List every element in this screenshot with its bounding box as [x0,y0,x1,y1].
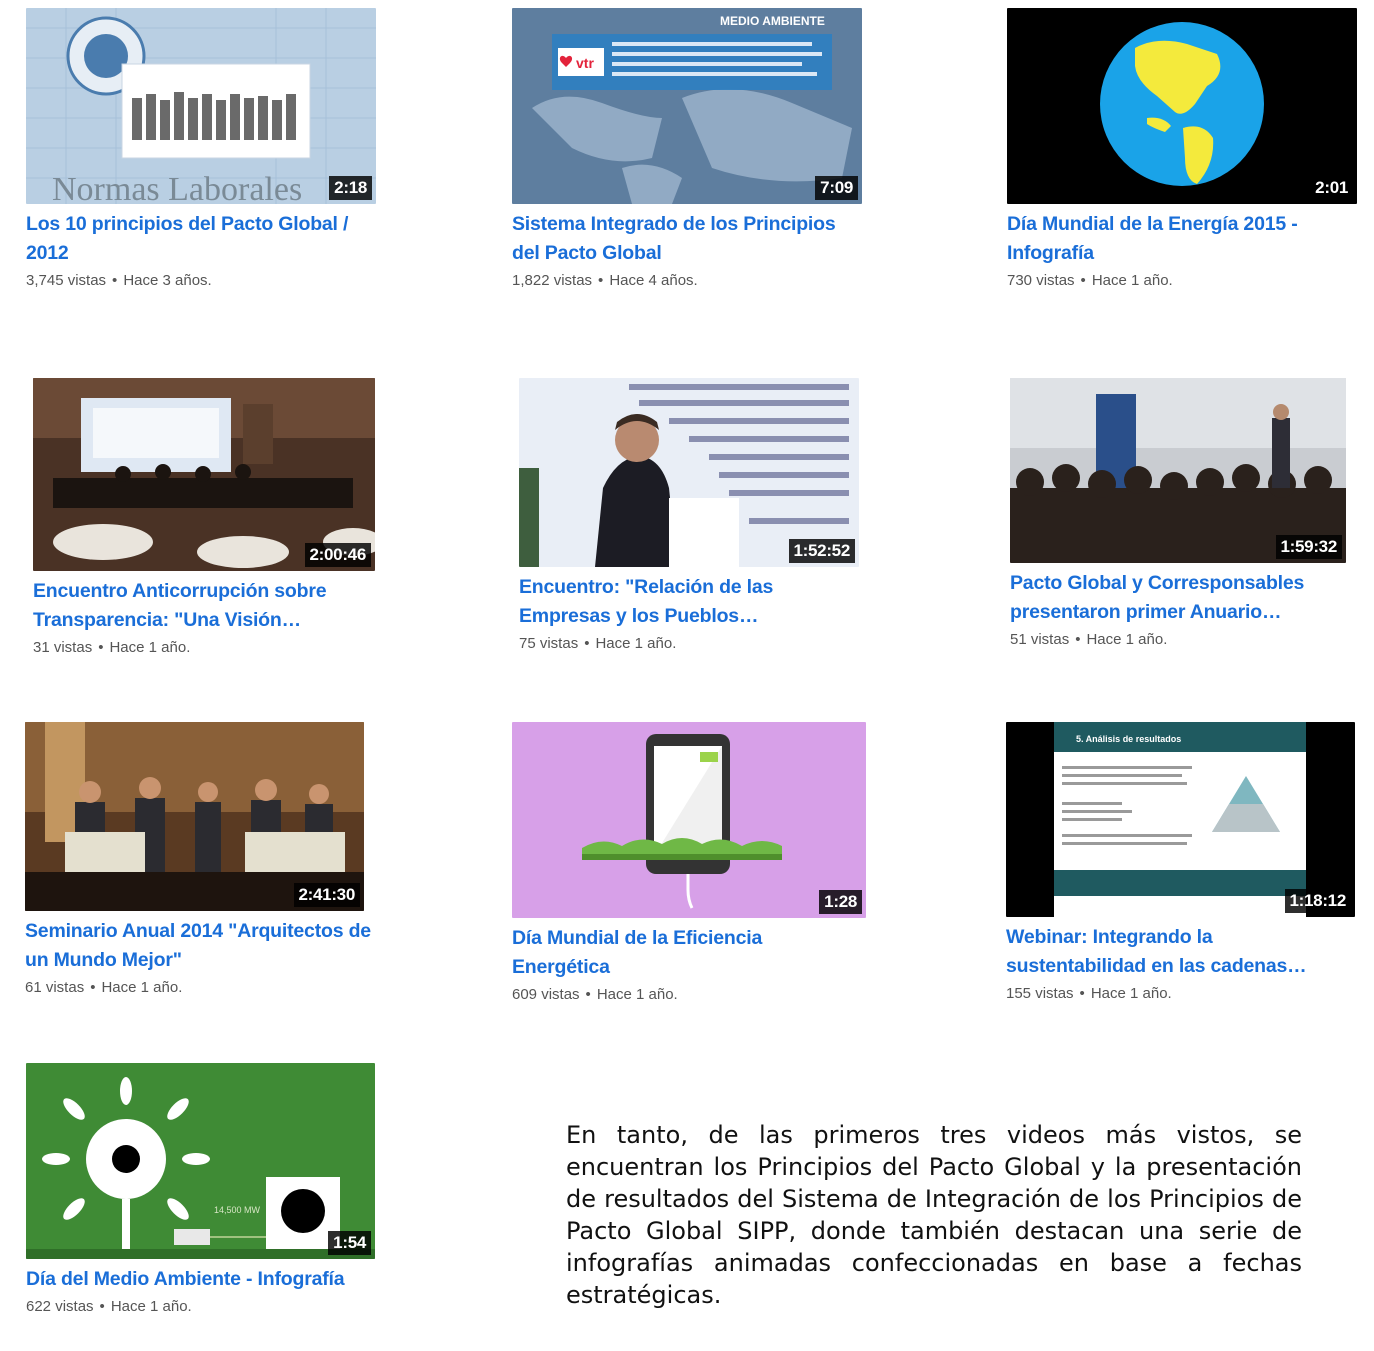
meta-separator: • [1075,631,1081,648]
video-card: 2:41:30 Seminario Anual 2014 "Arquitecto… [25,722,385,998]
meta-separator: • [584,635,590,652]
view-count: 3,745 vistas [26,272,107,289]
view-count: 31 vistas [33,639,93,656]
upload-age: Hace 1 año. [110,1298,192,1315]
duration-badge: 2:18 [329,176,372,200]
upload-age: Hace 1 año. [1091,272,1173,289]
duration-badge: 1:54 [328,1231,371,1255]
body-paragraph: En tanto, de las primeros tres videos má… [566,1121,1302,1309]
video-thumbnail[interactable]: 2:01 [1007,8,1357,204]
video-thumbnail[interactable]: 1:52:52 [519,378,859,567]
video-meta: 622 vistas • Hace 1 año. [26,1297,386,1317]
video-card: 5. Análisis de resultados 1:18:12 Webina… [1006,722,1366,1004]
video-meta: 155 vistas • Hace 1 año. [1006,984,1366,1004]
duration-badge: 1:52:52 [788,539,855,563]
video-meta: 609 vistas • Hace 1 año. [512,985,872,1005]
meta-separator: • [99,1298,105,1315]
duration-badge: 2:00:46 [304,543,371,567]
video-thumbnail[interactable]: 1:59:32 [1010,378,1346,563]
video-title-link[interactable]: Seminario Anual 2014 "Arquitectos de un … [25,917,375,975]
video-meta: 3,745 vistas • Hace 3 años. [26,271,386,291]
video-title-link[interactable]: Encuentro: "Relación de las Empresas y l… [519,573,869,631]
thumbnail-image [512,722,866,918]
video-title-link[interactable]: Día del Medio Ambiente - Infografía [26,1265,376,1294]
duration-badge: 1:59:32 [1275,535,1342,559]
thumbnail-caption: 14,500 MW [214,1205,261,1215]
duration-badge: 1:28 [819,890,862,914]
video-meta: 75 vistas • Hace 1 año. [519,634,879,654]
upload-age: Hace 1 año. [596,986,678,1003]
view-count: 1,822 vistas [512,272,593,289]
duration-badge: 2:41:30 [293,883,360,907]
video-thumbnail[interactable]: vtr MEDIO AMBIENTE 7:09 [512,8,862,204]
video-meta: 51 vistas • Hace 1 año. [1010,630,1370,650]
video-card: 1:52:52 Encuentro: "Relación de las Empr… [519,378,879,654]
video-thumbnail[interactable]: 14,500 MW 1:54 [26,1063,375,1259]
duration-badge: 2:01 [1315,178,1348,197]
thumbnail-image [1007,8,1357,204]
video-title-link[interactable]: Encuentro Anticorrupción sobre Transpare… [33,577,383,635]
upload-age: Hace 1 año. [109,639,191,656]
thumbnail-image: vtr MEDIO AMBIENTE [512,8,862,204]
video-card: 14,500 MW 1:54 Día del Medio Ambiente - … [26,1063,386,1317]
video-meta: 31 vistas • Hace 1 año. [33,638,393,658]
meta-separator: • [1080,272,1086,289]
video-card: 2:00:46 Encuentro Anticorrupción sobre T… [33,378,393,658]
meta-separator: • [90,979,96,996]
video-meta: 730 vistas • Hace 1 año. [1007,271,1367,291]
upload-age: Hace 4 años. [609,272,698,289]
video-thumbnail[interactable]: 1:28 [512,722,866,918]
upload-age: Hace 1 año. [1086,631,1168,648]
video-title-link[interactable]: Día Mundial de la Eficiencia Energética [512,924,862,982]
view-count: 155 vistas [1006,985,1074,1002]
upload-age: Hace 3 años. [123,272,212,289]
view-count: 730 vistas [1007,272,1075,289]
upload-age: Hace 1 año. [101,979,183,996]
video-meta: 1,822 vistas • Hace 4 años. [512,271,872,291]
thumbnail-caption: MEDIO AMBIENTE [720,14,825,28]
video-thumbnail[interactable]: 5. Análisis de resultados 1:18:12 [1006,722,1355,917]
meta-separator: • [112,272,118,289]
meta-separator: • [1079,985,1085,1002]
video-card: 1:28 Día Mundial de la Eficiencia Energé… [512,722,872,1005]
thumbnail-image: Normas Laborales [26,8,376,204]
view-count: 75 vistas [519,635,579,652]
upload-age: Hace 1 año. [595,635,677,652]
video-title-link[interactable]: Día Mundial de la Energía 2015 - Infogra… [1007,210,1357,268]
video-card: vtr MEDIO AMBIENTE 7:09 Sistema Integrad… [512,8,872,291]
meta-separator: • [598,272,604,289]
thumbnail-caption: Normas Laborales [52,171,302,204]
meta-separator: • [98,639,104,656]
video-card: 2:01 Día Mundial de la Energía 2015 - In… [1007,8,1367,291]
video-card: Normas Laborales 2:18 Los 10 principios … [26,8,386,291]
meta-separator: • [585,986,591,1003]
video-title-link[interactable]: Webinar: Integrando la sustentabilidad e… [1006,923,1356,981]
thumbnail-image: 5. Análisis de resultados [1006,722,1355,917]
video-title-link[interactable]: Los 10 principios del Pacto Global / 201… [26,210,376,268]
video-card: 1:59:32 Pacto Global y Corresponsables p… [1010,378,1370,650]
upload-age: Hace 1 año. [1090,985,1172,1002]
view-count: 51 vistas [1010,631,1070,648]
video-title-link[interactable]: Sistema Integrado de los Principios del … [512,210,862,268]
video-meta: 61 vistas • Hace 1 año. [25,978,385,998]
view-count: 622 vistas [26,1298,94,1315]
video-thumbnail[interactable]: 2:00:46 [33,378,375,571]
video-thumbnail[interactable]: 2:41:30 [25,722,364,911]
video-title-link[interactable]: Pacto Global y Corresponsables presentar… [1010,569,1360,627]
thumbnail-image: 14,500 MW [26,1063,375,1259]
duration-badge: 7:09 [815,176,858,200]
video-thumbnail[interactable]: Normas Laborales 2:18 [26,8,376,204]
view-count: 609 vistas [512,986,580,1003]
thumbnail-caption: 5. Análisis de resultados [1076,734,1181,744]
view-count: 61 vistas [25,979,85,996]
brand-logo-text: vtr [576,55,594,71]
duration-badge: 1:18:12 [1284,889,1351,913]
